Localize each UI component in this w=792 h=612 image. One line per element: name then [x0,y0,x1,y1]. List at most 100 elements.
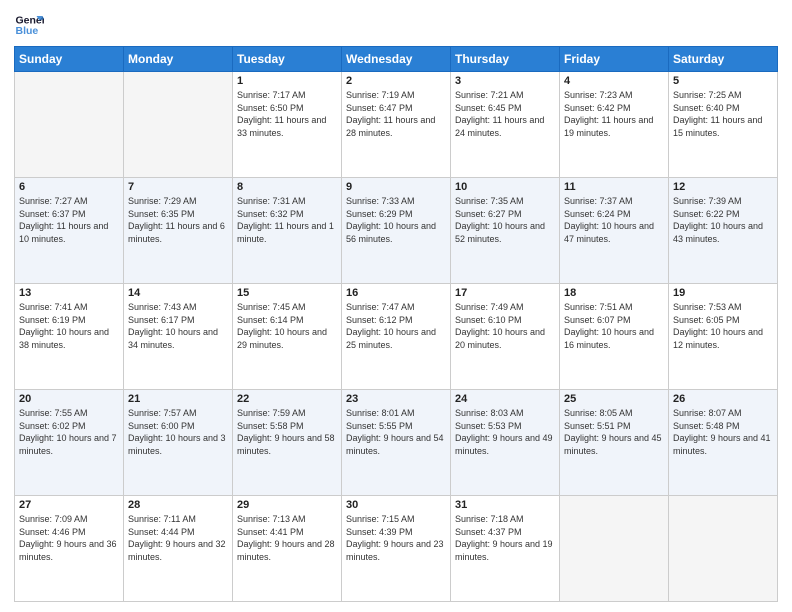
day-number: 8 [237,181,337,193]
day-number: 17 [455,287,555,299]
day-number: 10 [455,181,555,193]
day-number: 26 [673,393,773,405]
calendar-day-cell: 1Sunrise: 7:17 AMSunset: 6:50 PMDaylight… [233,72,342,178]
calendar-day-cell: 9Sunrise: 7:33 AMSunset: 6:29 PMDaylight… [342,178,451,284]
calendar-day-cell: 29 Sunrise: 7:13 AMSunset: 4:41 PMDayligh… [233,496,342,602]
day-info: Sunrise: 7:18 AMSunset: 4:37 PMDaylight:… [455,513,555,563]
calendar-day-cell [15,72,124,178]
calendar-day-cell: 31Sunrise: 7:18 AMSunset: 4:37 PMDayligh… [451,496,560,602]
day-info: Sunrise: 7:31 AMSunset: 6:32 PMDaylight:… [237,195,337,245]
day-number: 23 [346,393,446,405]
calendar-day-cell: 5 Sunrise: 7:25 AMSunset: 6:40 PMDaylight… [669,72,778,178]
day-info: Sunrise: 7:25 AMSunset: 6:40 PMDaylight:… [673,89,773,139]
calendar-day-cell: 6Sunrise: 7:27 AMSunset: 6:37 PMDaylight… [15,178,124,284]
day-info: Sunrise: 8:03 AMSunset: 5:53 PMDaylight:… [455,407,555,457]
day-number: 25 [564,393,664,405]
day-number: 4 [564,75,664,87]
day-info: Sunrise: 7:13 AMSunset: 4:41 PMDaylight:… [237,513,337,563]
day-number: 20 [19,393,119,405]
calendar-day-cell: 14 Sunrise: 7:43 AMSunset: 6:17 PMDayligh… [124,284,233,390]
logo-icon: General Blue [14,10,44,40]
day-number: 15 [237,287,337,299]
day-number: 21 [128,393,228,405]
day-info: Sunrise: 8:01 AMSunset: 5:55 PMDaylight:… [346,407,446,457]
calendar-day-cell: 19Sunrise: 7:53 AMSunset: 6:05 PMDayligh… [669,284,778,390]
day-number: 1 [237,75,337,87]
day-number: 5 [673,75,773,87]
day-info: Sunrise: 7:47 AMSunset: 6:12 PMDaylight:… [346,301,446,351]
column-header-tuesday: Tuesday [233,47,342,72]
day-info: Sunrise: 7:11 AMSunset: 4:44 PMDaylight:… [128,513,228,563]
day-number: 29 [237,499,337,511]
page-header: General Blue [14,10,778,40]
day-number: 13 [19,287,119,299]
calendar-day-cell: 16 Sunrise: 7:47 AMSunset: 6:12 PMDayligh… [342,284,451,390]
calendar-day-cell [124,72,233,178]
calendar-day-cell: 23 Sunrise: 8:01 AMSunset: 5:55 PMDayligh… [342,390,451,496]
column-header-wednesday: Wednesday [342,47,451,72]
calendar-day-cell: 7 Sunrise: 7:29 AMSunset: 6:35 PMDaylight… [124,178,233,284]
day-info: Sunrise: 7:33 AMSunset: 6:29 PMDaylight:… [346,195,446,245]
column-header-sunday: Sunday [15,47,124,72]
calendar-table: SundayMondayTuesdayWednesdayThursdayFrid… [14,46,778,602]
calendar-week-row: 20 Sunrise: 7:55 AMSunset: 6:02 PMDayligh… [15,390,778,496]
day-number: 22 [237,393,337,405]
day-number: 7 [128,181,228,193]
calendar-day-cell: 27 Sunrise: 7:09 AMSunset: 4:46 PMDayligh… [15,496,124,602]
day-number: 27 [19,499,119,511]
calendar-day-cell [669,496,778,602]
day-number: 2 [346,75,446,87]
day-info: Sunrise: 7:43 AMSunset: 6:17 PMDaylight:… [128,301,228,351]
day-info: Sunrise: 7:37 AMSunset: 6:24 PMDaylight:… [564,195,664,245]
calendar-day-cell: 3 Sunrise: 7:21 AMSunset: 6:45 PMDaylight… [451,72,560,178]
calendar-day-cell: 8 Sunrise: 7:31 AMSunset: 6:32 PMDaylight… [233,178,342,284]
day-number: 14 [128,287,228,299]
day-info: Sunrise: 7:39 AMSunset: 6:22 PMDaylight:… [673,195,773,245]
calendar-day-cell: 4 Sunrise: 7:23 AMSunset: 6:42 PMDaylight… [560,72,669,178]
day-info: Sunrise: 8:05 AMSunset: 5:51 PMDaylight:… [564,407,664,457]
calendar-day-cell: 21 Sunrise: 7:57 AMSunset: 6:00 PMDayligh… [124,390,233,496]
day-info: Sunrise: 7:51 AMSunset: 6:07 PMDaylight:… [564,301,664,351]
calendar-week-row: 1Sunrise: 7:17 AMSunset: 6:50 PMDaylight… [15,72,778,178]
day-info: Sunrise: 7:21 AMSunset: 6:45 PMDaylight:… [455,89,555,139]
svg-text:Blue: Blue [16,25,39,37]
calendar-day-cell: 26 Sunrise: 8:07 AMSunset: 5:48 PMDayligh… [669,390,778,496]
column-header-friday: Friday [560,47,669,72]
calendar-day-cell: 25 Sunrise: 8:05 AMSunset: 5:51 PMDayligh… [560,390,669,496]
day-info: Sunrise: 7:57 AMSunset: 6:00 PMDaylight:… [128,407,228,457]
day-number: 3 [455,75,555,87]
day-info: Sunrise: 7:41 AMSunset: 6:19 PMDaylight:… [19,301,119,351]
calendar-day-cell: 12 Sunrise: 7:39 AMSunset: 6:22 PMDayligh… [669,178,778,284]
day-number: 19 [673,287,773,299]
calendar-week-row: 27 Sunrise: 7:09 AMSunset: 4:46 PMDayligh… [15,496,778,602]
calendar-day-cell: 17Sunrise: 7:49 AMSunset: 6:10 PMDayligh… [451,284,560,390]
calendar-day-cell: 24 Sunrise: 8:03 AMSunset: 5:53 PMDayligh… [451,390,560,496]
calendar-day-cell: 20 Sunrise: 7:55 AMSunset: 6:02 PMDayligh… [15,390,124,496]
day-info: Sunrise: 7:45 AMSunset: 6:14 PMDaylight:… [237,301,337,351]
day-number: 18 [564,287,664,299]
day-number: 30 [346,499,446,511]
day-info: Sunrise: 7:55 AMSunset: 6:02 PMDaylight:… [19,407,119,457]
calendar-day-cell: 18 Sunrise: 7:51 AMSunset: 6:07 PMDayligh… [560,284,669,390]
calendar-day-cell: 30 Sunrise: 7:15 AMSunset: 4:39 PMDayligh… [342,496,451,602]
day-info: Sunrise: 8:07 AMSunset: 5:48 PMDaylight:… [673,407,773,457]
day-info: Sunrise: 7:09 AMSunset: 4:46 PMDaylight:… [19,513,119,563]
day-number: 28 [128,499,228,511]
day-number: 12 [673,181,773,193]
day-info: Sunrise: 7:15 AMSunset: 4:39 PMDaylight:… [346,513,446,563]
day-number: 11 [564,181,664,193]
calendar-day-cell: 13 Sunrise: 7:41 AMSunset: 6:19 PMDayligh… [15,284,124,390]
calendar-day-cell: 15 Sunrise: 7:45 AMSunset: 6:14 PMDayligh… [233,284,342,390]
calendar-day-cell: 22Sunrise: 7:59 AMSunset: 5:58 PMDayligh… [233,390,342,496]
logo: General Blue [14,10,48,40]
day-info: Sunrise: 7:35 AMSunset: 6:27 PMDaylight:… [455,195,555,245]
calendar-week-row: 13 Sunrise: 7:41 AMSunset: 6:19 PMDayligh… [15,284,778,390]
day-number: 24 [455,393,555,405]
calendar-day-cell: 10 Sunrise: 7:35 AMSunset: 6:27 PMDayligh… [451,178,560,284]
column-header-thursday: Thursday [451,47,560,72]
calendar-week-row: 6Sunrise: 7:27 AMSunset: 6:37 PMDaylight… [15,178,778,284]
day-info: Sunrise: 7:29 AMSunset: 6:35 PMDaylight:… [128,195,228,245]
day-info: Sunrise: 7:23 AMSunset: 6:42 PMDaylight:… [564,89,664,139]
day-number: 16 [346,287,446,299]
calendar-day-cell: 11 Sunrise: 7:37 AMSunset: 6:24 PMDayligh… [560,178,669,284]
